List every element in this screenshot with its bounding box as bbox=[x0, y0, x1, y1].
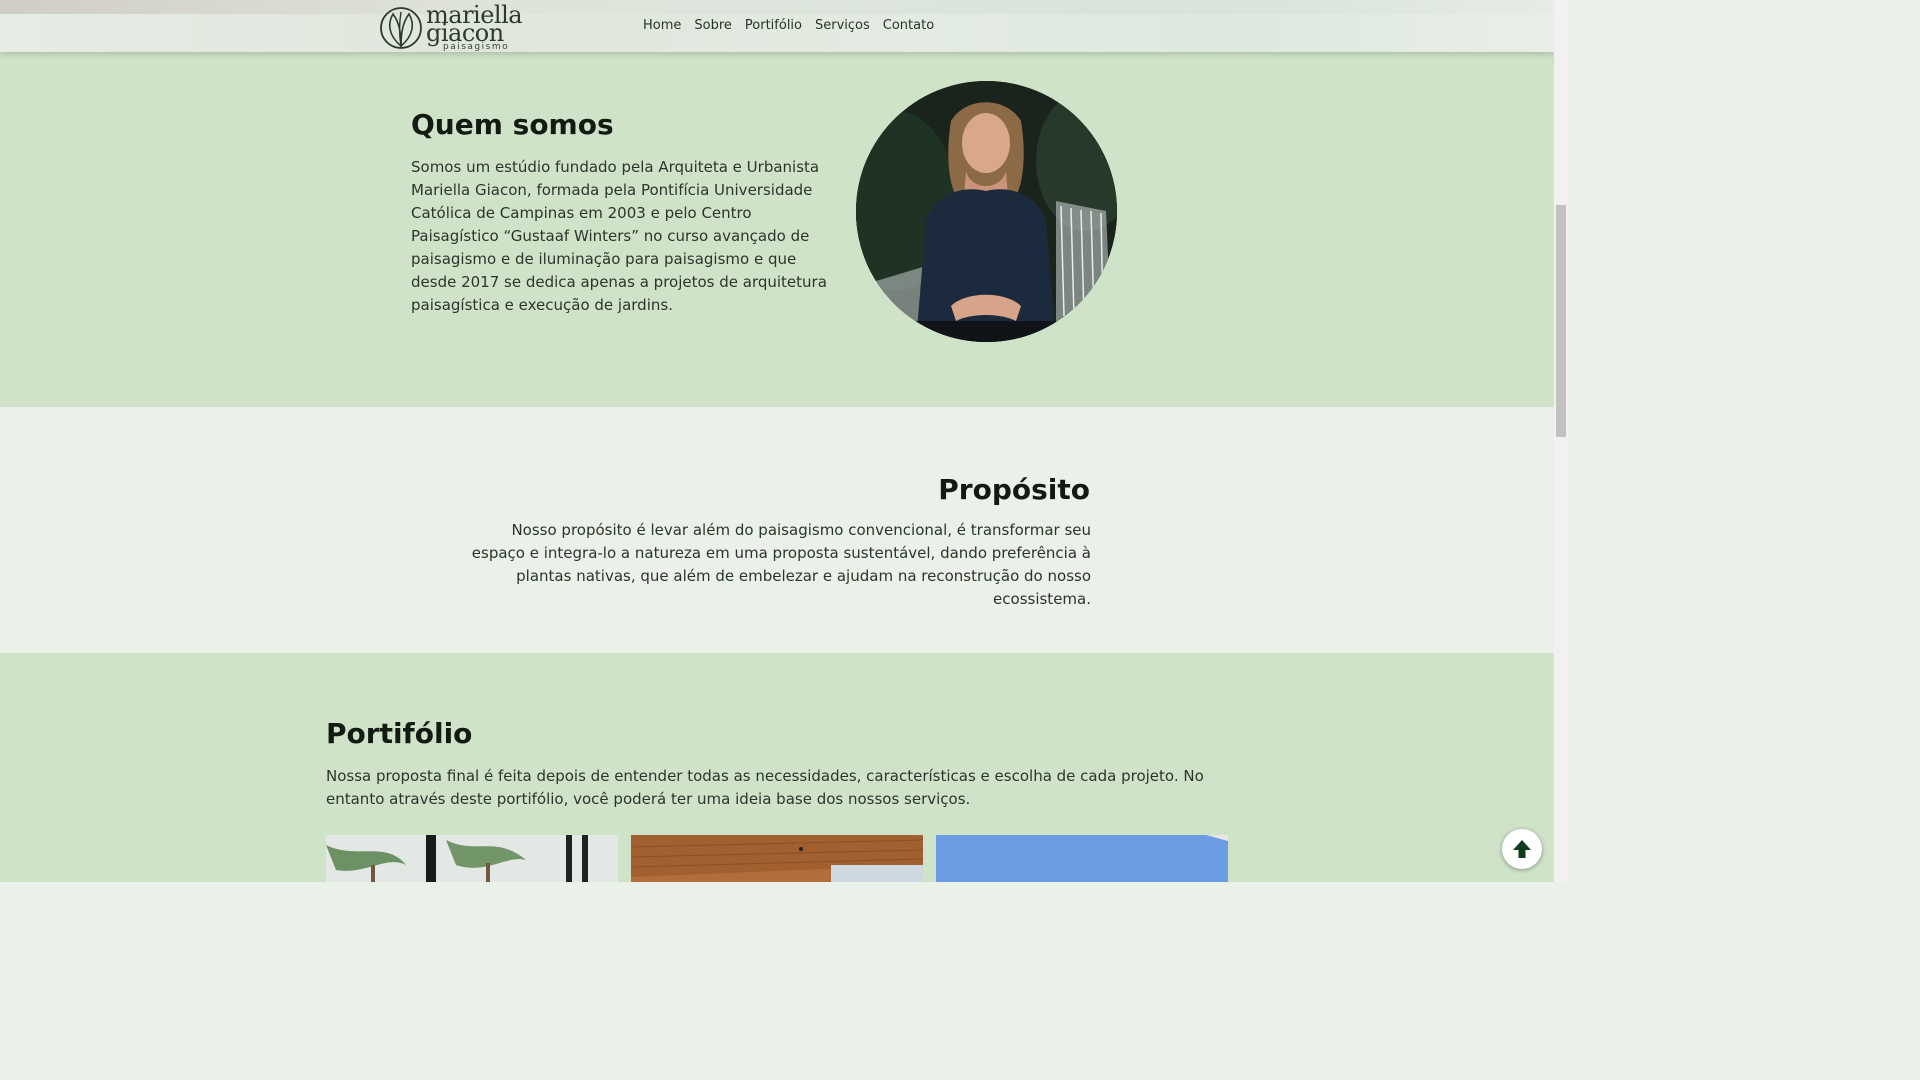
portfolio-image-3[interactable] bbox=[936, 835, 1228, 882]
nav-home[interactable]: Home bbox=[643, 18, 681, 33]
portfolio-text: Nossa proposta final é feita depois de e… bbox=[326, 767, 1204, 808]
nav-portfolio[interactable]: Portifólio bbox=[745, 18, 802, 33]
nav-contato[interactable]: Contato bbox=[883, 18, 934, 33]
proposito-text: Nosso propósito é levar além do paisagis… bbox=[471, 521, 1091, 608]
wood-ceiling-image bbox=[631, 835, 923, 882]
blue-sky-image bbox=[936, 835, 1228, 882]
scrollbar-thumb[interactable] bbox=[1556, 205, 1566, 437]
nav-servicos[interactable]: Serviços bbox=[815, 18, 870, 33]
palm-garden-image bbox=[326, 835, 618, 882]
quem-somos-text: Somos um estúdio fundado pela Arquiteta … bbox=[411, 158, 827, 314]
back-to-top-button[interactable] bbox=[1502, 829, 1542, 869]
site-header: mariella giacon paisagismo Home Sobre Po… bbox=[0, 0, 1554, 52]
arrow-up-icon bbox=[1513, 840, 1531, 858]
portfolio-image-2[interactable] bbox=[631, 835, 923, 882]
founder-portrait bbox=[856, 81, 1117, 342]
logo-tagline: paisagismo bbox=[443, 42, 510, 52]
main-nav: Home Sobre Portifólio Serviços Contato bbox=[643, 18, 947, 33]
quem-somos-heading: Quem somos bbox=[411, 108, 614, 141]
section-portfolio: Portifólio Nossa proposta final é feita … bbox=[0, 653, 1554, 882]
page: mariella giacon paisagismo Home Sobre Po… bbox=[0, 0, 1554, 882]
section-proposito: Propósito Nosso propósito é levar além d… bbox=[0, 407, 1554, 653]
portfolio-heading: Portifólio bbox=[326, 717, 473, 750]
portrait-image bbox=[856, 81, 1117, 342]
logo[interactable]: mariella giacon paisagismo bbox=[379, 2, 523, 52]
proposito-heading: Propósito bbox=[938, 473, 1090, 506]
nav-sobre[interactable]: Sobre bbox=[694, 18, 732, 33]
page-scrollbar[interactable] bbox=[1554, 0, 1568, 882]
leaf-circle-icon bbox=[380, 7, 422, 49]
portfolio-image-1[interactable] bbox=[326, 835, 618, 882]
section-quem-somos: Quem somos Somos um estúdio fundado pela… bbox=[0, 52, 1554, 407]
